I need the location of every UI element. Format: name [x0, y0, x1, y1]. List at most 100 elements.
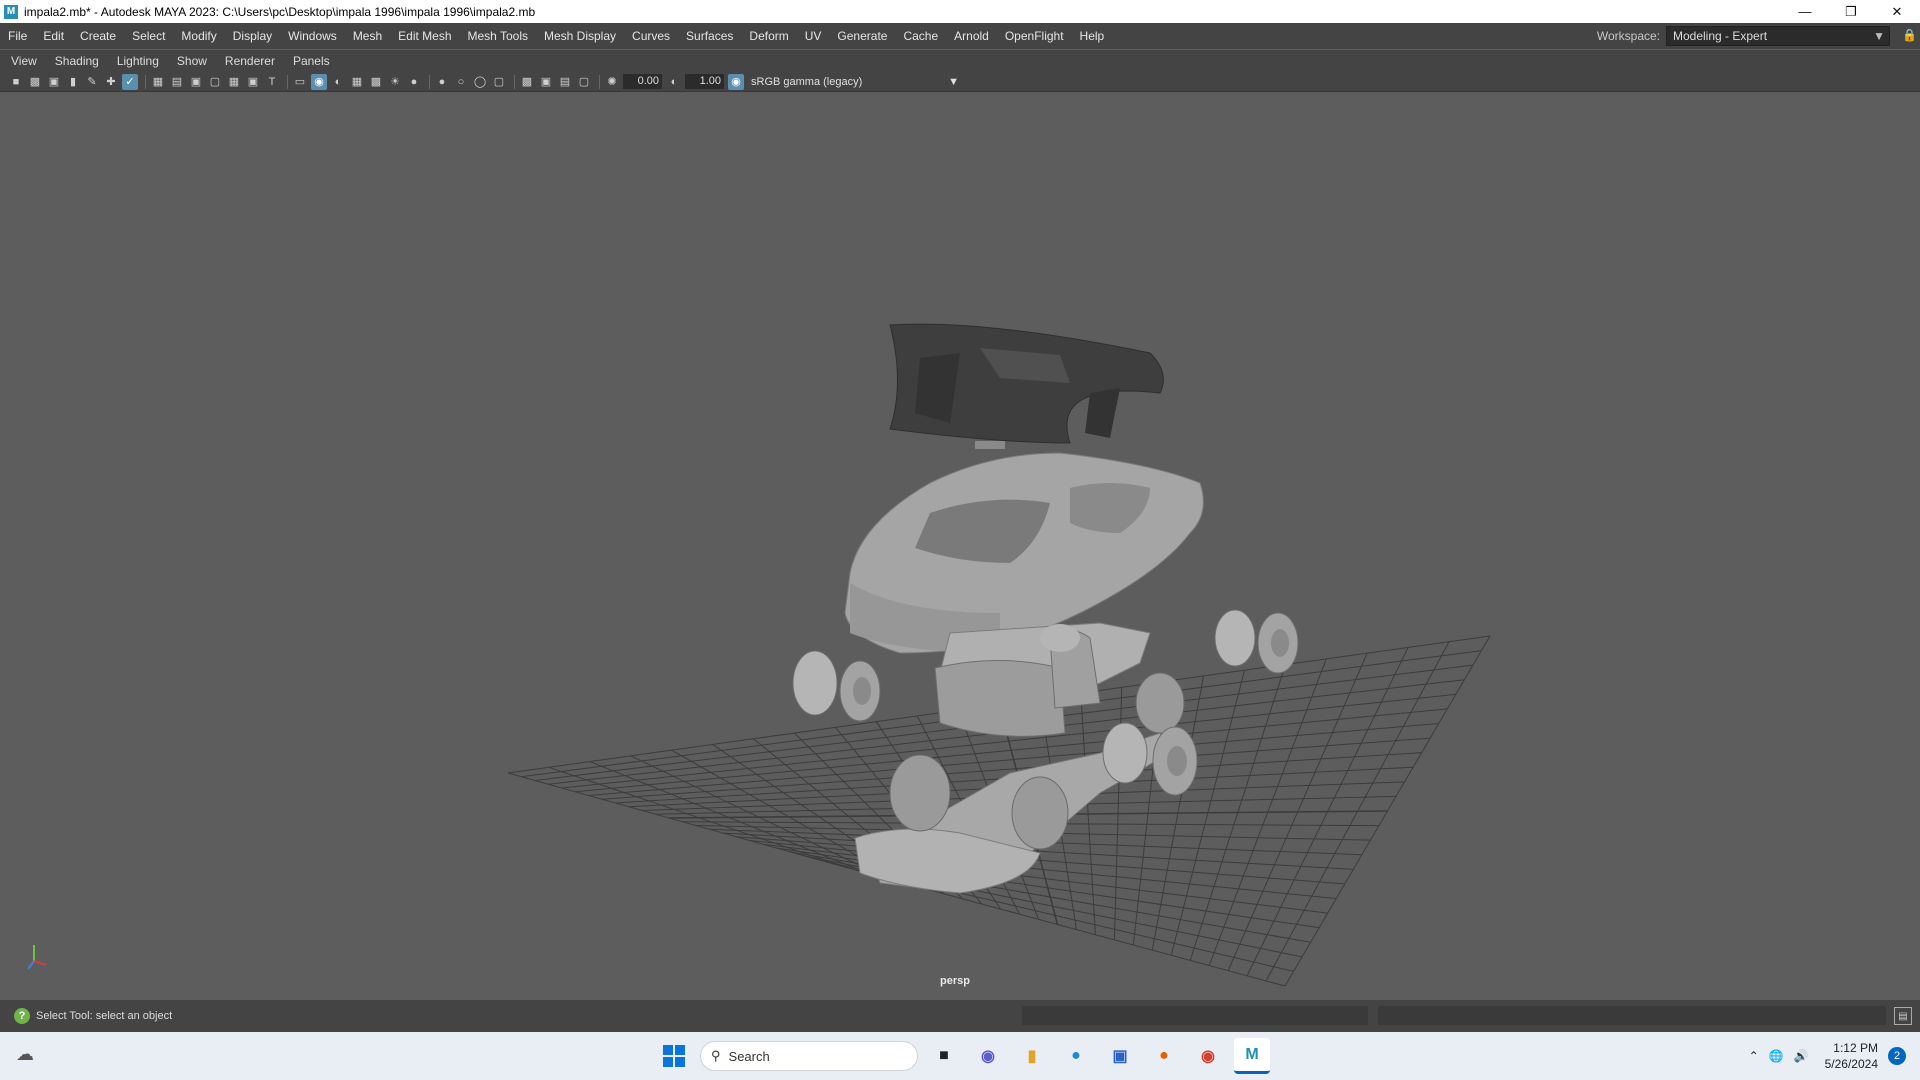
use-all-lights-icon[interactable]: ▩ [368, 74, 384, 90]
menu-mesh-tools[interactable]: Mesh Tools [460, 23, 536, 49]
isolate-select-icon[interactable]: ● [434, 74, 450, 90]
menu-edit-mesh[interactable]: Edit Mesh [390, 23, 459, 49]
exposure-field[interactable]: 0.00 [623, 74, 662, 89]
safe-action-icon[interactable]: ▣ [245, 74, 261, 90]
grease-pencil-icon[interactable]: ✎ [84, 74, 100, 90]
menu-mesh[interactable]: Mesh [345, 23, 390, 49]
toggle-hud-icon[interactable]: ▢ [576, 74, 592, 90]
menu-cache[interactable]: Cache [895, 23, 946, 49]
main-menubar: File Edit Create Select Modify Display W… [0, 23, 1920, 49]
persp-viewport[interactable]: persp [0, 93, 1920, 993]
clock-date: 5/26/2024 [1824, 1057, 1878, 1071]
script-editor-icon[interactable]: ▤ [1894, 1007, 1912, 1025]
xray-joints-icon[interactable]: ◯ [472, 74, 488, 90]
gate-mask-icon[interactable]: ▢ [207, 74, 223, 90]
close-button[interactable]: ✕ [1874, 0, 1920, 23]
notification-badge[interactable]: 2 [1888, 1047, 1906, 1065]
xray-icon[interactable]: ○ [453, 74, 469, 90]
menu-display[interactable]: Display [225, 23, 280, 49]
windows-logo-icon [663, 1045, 685, 1067]
menu-modify[interactable]: Modify [173, 23, 224, 49]
panel-menu-lighting[interactable]: Lighting [106, 54, 166, 68]
ambient-occlusion-icon[interactable]: ● [406, 74, 422, 90]
taskbar-search-box[interactable]: ⚲ Search [700, 1041, 918, 1071]
menu-openflight[interactable]: OpenFlight [997, 23, 1072, 49]
menu-edit[interactable]: Edit [35, 23, 72, 49]
car-body-mesh[interactable] [844, 452, 1204, 654]
panel-menu-view[interactable]: View [0, 54, 44, 68]
menu-help[interactable]: Help [1072, 23, 1113, 49]
menu-uv[interactable]: UV [797, 23, 830, 49]
taskbar-clock[interactable]: 1:12 PM 5/26/2024 [1825, 1040, 1878, 1072]
menu-select[interactable]: Select [124, 23, 173, 49]
gamma-field[interactable]: 1.00 [685, 74, 724, 89]
window-title: impala2.mb* - Autodesk MAYA 2023: C:\Use… [24, 4, 536, 19]
panel-menu-panels[interactable]: Panels [282, 54, 337, 68]
exposure-icon[interactable]: ✺ [604, 74, 620, 90]
task-view-icon[interactable]: ■ [926, 1038, 962, 1074]
menu-create[interactable]: Create [72, 23, 124, 49]
firefox-icon[interactable]: ● [1146, 1038, 1182, 1074]
menu-generate[interactable]: Generate [829, 23, 895, 49]
gamma-icon[interactable]: ◐ [666, 74, 682, 90]
workspace-value: Modeling - Expert [1673, 29, 1768, 43]
camera-icon[interactable]: ■ [8, 74, 24, 90]
frame-selected-icon[interactable]: ▤ [557, 74, 573, 90]
shadows-icon[interactable]: ☀ [387, 74, 403, 90]
roof-glass-mesh[interactable] [889, 323, 1164, 449]
smooth-shade-icon[interactable]: ◉ [311, 73, 327, 90]
menu-file[interactable]: File [0, 23, 35, 49]
panel-menu-renderer[interactable]: Renderer [214, 54, 282, 68]
command-input[interactable] [1022, 1006, 1368, 1025]
microsoft-store-icon[interactable]: ▣ [1102, 1038, 1138, 1074]
film-gate-icon[interactable]: ▤ [169, 74, 185, 90]
help-line-text: Select Tool: select an object [36, 1010, 173, 1022]
teams-meet-icon[interactable]: ◉ [970, 1038, 1006, 1074]
view-transform-select[interactable]: sRGB gamma (legacy) ▼ [747, 73, 965, 90]
field-chart-icon[interactable]: ▦ [226, 74, 242, 90]
menu-deform[interactable]: Deform [741, 23, 796, 49]
file-explorer-icon[interactable]: ▮ [1014, 1038, 1050, 1074]
chevron-up-icon[interactable]: ⌃ [1749, 1049, 1759, 1063]
wheel-front-left[interactable] [792, 650, 881, 722]
windows-taskbar: ☁ ⚲ Search ■ ◉ ▮ ● ▣ ● ◉ M ⌃ 🌐 🔊 1:12 PM… [0, 1032, 1920, 1080]
menu-surfaces[interactable]: Surfaces [678, 23, 741, 49]
menu-curves[interactable]: Curves [624, 23, 678, 49]
lock-icon[interactable]: 🔒 [1902, 28, 1917, 42]
network-icon[interactable]: 🌐 [1769, 1049, 1784, 1063]
textured-icon[interactable]: ▦ [349, 74, 365, 90]
restore-button[interactable]: ❐ [1828, 0, 1874, 23]
frame-all-icon[interactable]: ▣ [538, 74, 554, 90]
image-plane-icon[interactable]: ▮ [65, 74, 81, 90]
widgets-icon[interactable]: ☁ [16, 1044, 40, 1068]
search-icon: ⚲ [711, 1048, 721, 1063]
minimize-button[interactable]: — [1782, 0, 1828, 23]
system-tray: ⌃ 🌐 🔊 1:12 PM 5/26/2024 2 [1749, 1032, 1920, 1080]
menu-arnold[interactable]: Arnold [946, 23, 997, 49]
select-camera-icon[interactable]: ▩ [519, 74, 535, 90]
wheel-rear-left[interactable] [1214, 609, 1299, 674]
view-transform-value: sRGB gamma (legacy) [751, 75, 863, 88]
grease-pencil-active-icon[interactable]: ✓ [122, 73, 138, 90]
menu-windows[interactable]: Windows [280, 23, 345, 49]
panel-menu-show[interactable]: Show [166, 54, 214, 68]
windows-start-icon[interactable] [656, 1038, 692, 1074]
2d-pan-zoom-icon[interactable]: ✚ [103, 74, 119, 90]
edge-browser-icon[interactable]: ● [1058, 1038, 1094, 1074]
camera-attributes-icon[interactable]: ▩ [27, 74, 43, 90]
xray-active-components-icon[interactable]: ▢ [491, 74, 507, 90]
bookmark-icon[interactable]: ▣ [46, 74, 62, 90]
workspace-select[interactable]: Modeling - Expert ▼ [1666, 26, 1890, 46]
volume-icon[interactable]: 🔊 [1794, 1049, 1809, 1063]
color-management-icon[interactable]: ◉ [728, 73, 744, 90]
maya-taskbar-icon[interactable]: M [1234, 1038, 1270, 1074]
panel-menu-shading[interactable]: Shading [44, 54, 106, 68]
chrome-icon[interactable]: ◉ [1190, 1038, 1226, 1074]
grid-icon[interactable]: ▦ [150, 74, 166, 90]
wireframe-icon[interactable]: ▭ [292, 74, 308, 90]
toolbar-separator [145, 74, 146, 89]
wireframe-on-shaded-icon[interactable]: ◐ [330, 74, 346, 90]
resolution-gate-icon[interactable]: ▣ [188, 74, 204, 90]
menu-mesh-display[interactable]: Mesh Display [536, 23, 624, 49]
safe-title-icon[interactable]: T [264, 74, 280, 90]
